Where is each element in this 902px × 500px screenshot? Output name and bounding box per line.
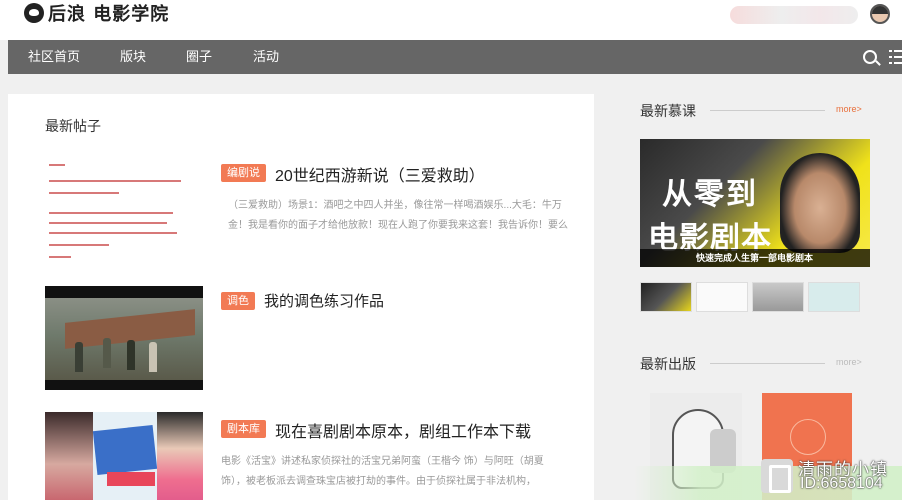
search-icon[interactable]: [863, 50, 877, 64]
post-tag[interactable]: 剧本库: [221, 420, 266, 438]
watermark-id: ID:6658104: [800, 475, 883, 492]
nav-item-circles[interactable]: 圈子: [186, 40, 212, 74]
courses-more-link[interactable]: more>: [836, 104, 862, 114]
user-info[interactable]: [730, 6, 858, 24]
banner-title-line1: 从零到: [662, 178, 758, 211]
divider: [710, 363, 825, 364]
divider: [710, 110, 825, 111]
excerpt-line: （三爱救助）场景1：酒吧之中四人并坐，像往常一样喝酒娱乐...大毛：牛万: [228, 200, 562, 211]
course-thumb[interactable]: [640, 282, 692, 312]
post-tag[interactable]: 调色: [221, 292, 255, 310]
course-banner[interactable]: 从零到 电影剧本 快速完成人生第一部电影剧本: [640, 139, 870, 267]
top-header: 后浪 电影学院: [0, 0, 902, 40]
course-thumb[interactable]: [808, 282, 860, 312]
post-thumbnail[interactable]: [45, 286, 203, 390]
post-thumbnail[interactable]: [45, 160, 203, 264]
banner-portrait: [780, 153, 860, 253]
course-thumb[interactable]: [752, 282, 804, 312]
site-logo[interactable]: 后浪 电影学院: [24, 2, 170, 25]
main-nav: 社区首页 版块 圈子 活动: [8, 40, 902, 74]
section-title: 最新帖子: [45, 118, 101, 134]
post-thumbnail[interactable]: [45, 412, 203, 500]
excerpt-line: 电影《活宝》讲述私家侦探社的活宝兄弟阿蛮（王楷今 饰）与阿旺（胡夏: [221, 456, 544, 467]
post-title[interactable]: 我的调色练习作品: [264, 290, 384, 311]
post-title[interactable]: 现在喜剧剧本原本，剧组工作本下载: [275, 418, 531, 442]
nav-item-events[interactable]: 活动: [253, 40, 279, 74]
post-excerpt: 电影《活宝》讲述私家侦探社的活宝兄弟阿蛮（王楷今 饰）与阿旺（胡夏 饰），被老板…: [221, 452, 544, 492]
nav-item-sections[interactable]: 版块: [120, 40, 146, 74]
post-tag[interactable]: 编剧说: [221, 164, 266, 182]
logo-text: 后浪 电影学院: [48, 4, 170, 25]
list-icon[interactable]: [889, 50, 902, 64]
excerpt-line: 饰），被老板派去调查珠宝店被打劫的事件。由于侦探社属于非法机构，: [221, 476, 536, 487]
post-item[interactable]: 剧本库 现在喜剧剧本原本，剧组工作本下载 电影《活宝》讲述私家侦探社的活宝兄弟阿…: [45, 412, 585, 500]
logo-icon: [24, 3, 44, 23]
banner-subtitle: 快速完成人生第一部电影剧本: [640, 249, 870, 267]
post-title[interactable]: 20世纪西游新说（三爱救助）: [275, 162, 485, 186]
excerpt-line: 金！我是看你的面子才给他放款！现在人跑了你要我来这套！我告诉你！要么: [228, 220, 568, 231]
post-excerpt: （三爱救助）场景1：酒吧之中四人并坐，像往常一样喝酒娱乐...大毛：牛万 金！我…: [228, 196, 568, 236]
course-thumb[interactable]: [696, 282, 748, 312]
publications-title: 最新出版: [640, 356, 696, 372]
courses-title: 最新慕课: [640, 103, 696, 119]
publications-more-link[interactable]: more>: [836, 357, 862, 367]
avatar[interactable]: [870, 4, 890, 24]
post-item[interactable]: 编剧说 20世纪西游新说（三爱救助） （三爱救助）场景1：酒吧之中四人并坐，像往…: [45, 160, 585, 270]
post-item[interactable]: 调色 我的调色练习作品: [45, 286, 585, 390]
nav-item-home[interactable]: 社区首页: [28, 40, 80, 74]
latest-posts-panel: 最新帖子 编剧说 20世纪西游新说（三爱救助） （三爱救助）场景1：酒吧之中四人…: [8, 94, 594, 500]
watermark-logo-icon: [761, 459, 793, 493]
